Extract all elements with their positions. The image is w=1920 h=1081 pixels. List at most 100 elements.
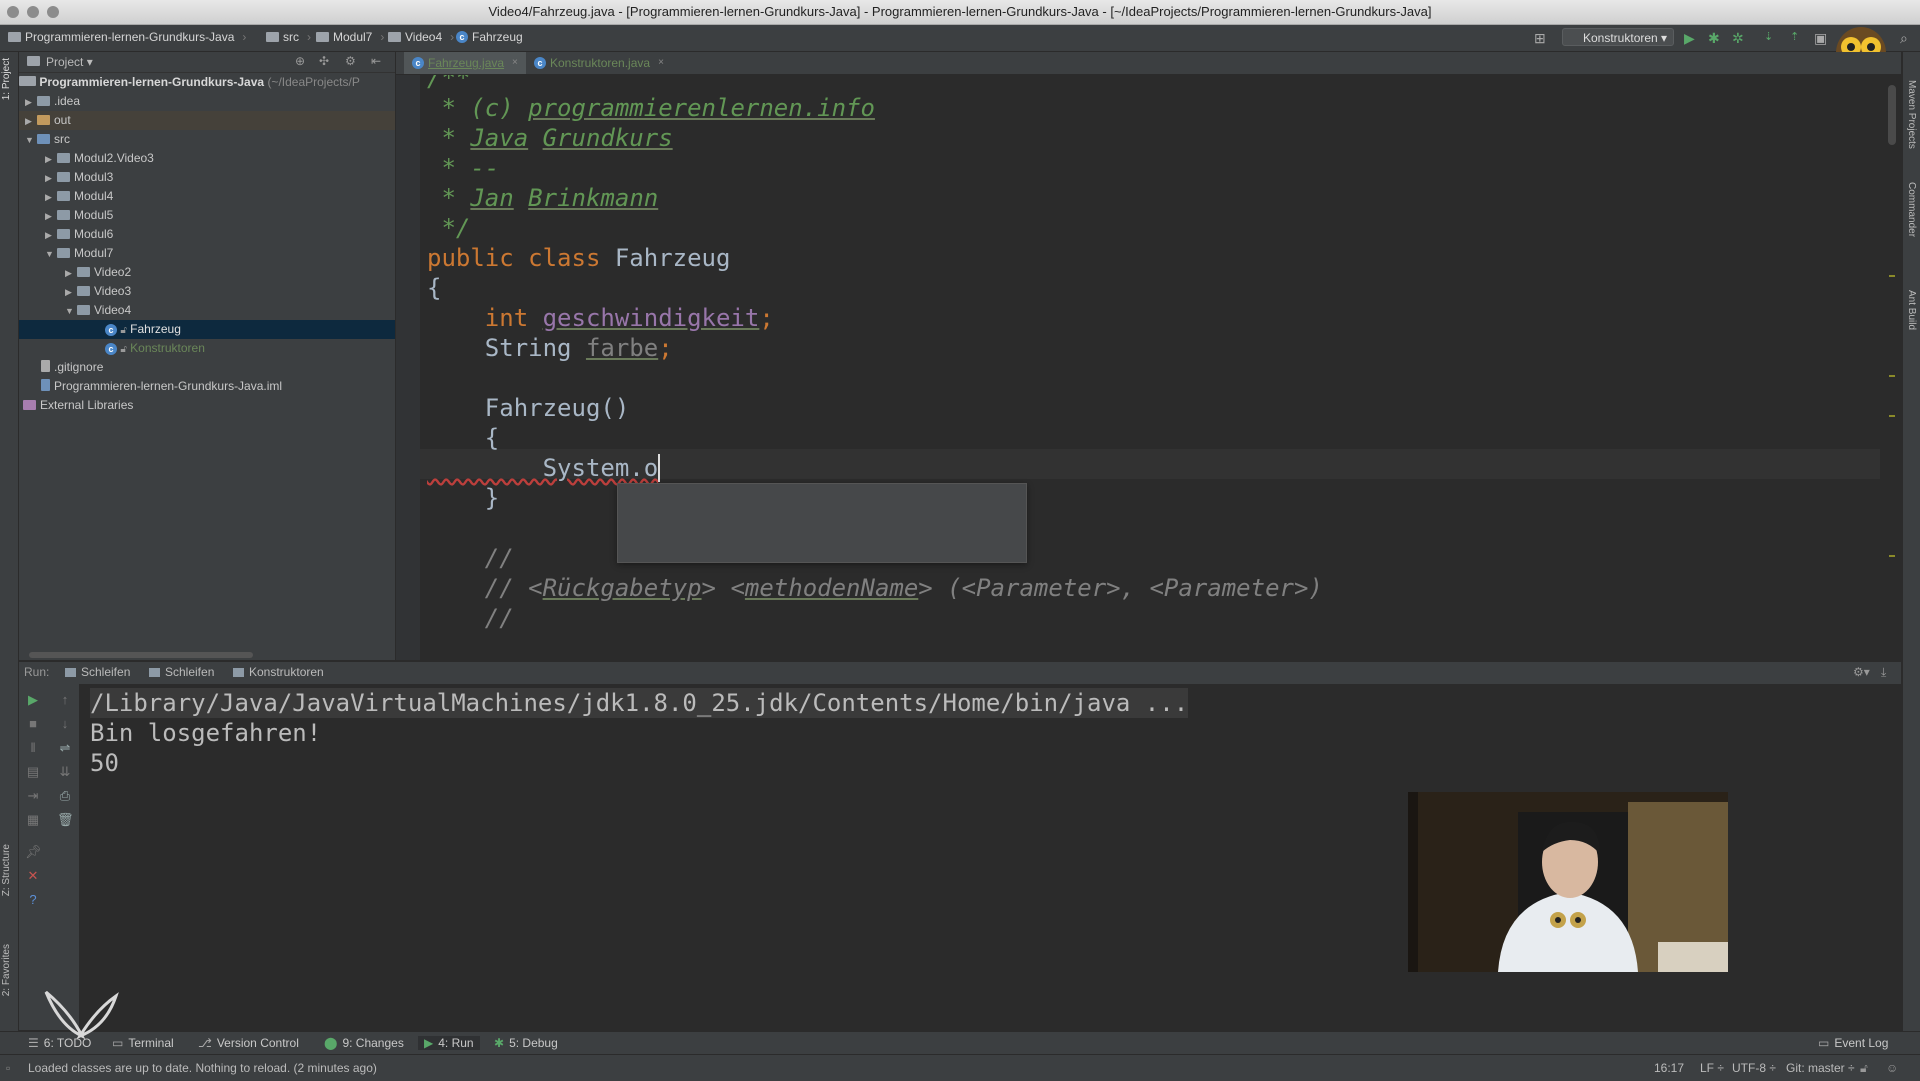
breadcrumb-modul7[interactable]: Modul7 › <box>316 30 384 44</box>
tree-item-modul4[interactable]: ▶ Modul4 <box>19 187 395 206</box>
tool-tab-terminal[interactable]: ▭ Terminal <box>112 1036 174 1050</box>
trash-icon[interactable]: 🗑︎ <box>57 812 74 828</box>
tree-item-gitignore[interactable]: .gitignore <box>19 358 395 377</box>
tree-item-video2[interactable]: ▶ Video2 <box>19 263 395 282</box>
caret-position[interactable]: 16:17 <box>1654 1061 1684 1075</box>
title-bar: Video4/Fahrzeug.java - [Programmieren-le… <box>0 0 1920 25</box>
editor-gutter[interactable] <box>396 75 420 660</box>
debug-icon[interactable]: ✱ <box>1708 30 1720 47</box>
tree-item-modul6[interactable]: ▶ Modul6 <box>19 225 395 244</box>
tool-tab-debug[interactable]: ✱ 5: Debug <box>494 1036 558 1050</box>
code-line: // <box>427 604 514 632</box>
presenter-image <box>1408 792 1728 972</box>
sync-icon[interactable]: ⊕ <box>295 54 305 68</box>
commander-tab[interactable]: Commander <box>1906 182 1917 237</box>
git-branch-select[interactable]: Git: master ÷ <box>1786 1061 1855 1075</box>
console-line: 50 <box>90 749 119 777</box>
hide-panel-icon[interactable]: ⤓ <box>1881 665 1886 680</box>
vcs-commit-icon[interactable]: ⇡ <box>1790 30 1799 43</box>
class-icon: c <box>456 31 468 43</box>
tree-item-modul3[interactable]: ▶ Modul3 <box>19 168 395 187</box>
tree-item-external-libraries[interactable]: External Libraries <box>19 396 395 415</box>
layout-icon[interactable]: ▦ <box>25 812 41 828</box>
tree-item-video4[interactable]: ▼ Video4 <box>19 301 395 320</box>
run-toolbar: ▶ ■ ‖ ▤ ⇥ ▦ 📌︎ ✕ ? ↑ ↓ ⇌ ⇊ ⎙ 🗑︎ <box>19 684 80 1030</box>
tree-item-iml[interactable]: Programmieren-lernen-Grundkurs-Java.iml <box>19 377 395 396</box>
code-line: * Java Grundkurs <box>427 124 673 152</box>
soft-wrap-icon[interactable]: ⇌ <box>57 740 73 756</box>
gear-icon[interactable]: ⚙ <box>345 54 356 68</box>
run-configuration-select[interactable]: Konstruktoren ▾ <box>1562 28 1674 46</box>
stop-icon[interactable]: ■ <box>25 716 41 732</box>
code-line: // <Rückgabetyp> <methodenName> (<Parame… <box>427 574 1323 602</box>
search-icon[interactable]: ⌕ <box>1900 30 1908 47</box>
tree-item-src[interactable]: ▼ src <box>19 130 395 149</box>
breadcrumb-project[interactable]: Programmieren-lernen-Grundkurs-Java › <box>8 30 246 44</box>
lock-icon[interactable]: 🔓︎ <box>1860 1061 1868 1076</box>
tree-item-video3[interactable]: ▶ Video3 <box>19 282 395 301</box>
tree-item-fahrzeug[interactable]: c 🔓︎ Fahrzeug <box>19 320 395 339</box>
code-line: * Jan Brinkmann <box>427 184 659 212</box>
tree-item-modul2-video3[interactable]: ▶ Modul2.Video3 <box>19 149 395 168</box>
project-horizontal-scrollbar[interactable] <box>29 652 253 658</box>
pause-icon[interactable]: ‖ <box>25 740 41 756</box>
run-tab-schleifen-1[interactable]: Schleifen <box>65 665 130 679</box>
tab-fahrzeug-java[interactable]: c Fahrzeug.java × <box>404 52 526 74</box>
collapse-icon[interactable]: ✣ <box>319 54 329 68</box>
arrow-up-icon[interactable]: ↑ <box>57 692 73 708</box>
tree-item-root[interactable]: Programmieren-lernen-Grundkurs-Java (~/I… <box>19 73 395 92</box>
tree-item-konstruktoren[interactable]: c 🔓︎ Konstruktoren <box>19 339 395 358</box>
vcs-update-icon[interactable]: ⇣ <box>1764 30 1773 43</box>
breadcrumb-video4[interactable]: Video4 › <box>388 30 454 44</box>
gear-icon[interactable]: ⚙▾ <box>1853 665 1870 679</box>
dump-threads-icon[interactable]: ▤ <box>25 764 41 780</box>
breadcrumb-fahrzeug[interactable]: c Fahrzeug <box>456 30 523 44</box>
code-line: * -- <box>427 154 500 182</box>
structure-tool-tab[interactable]: Z: Structure <box>1 844 12 896</box>
encoding-select[interactable]: UTF-8 ÷ <box>1732 1061 1776 1075</box>
editor-vertical-scrollbar[interactable] <box>1885 75 1899 660</box>
tree-item-out[interactable]: ▶ out <box>19 111 395 130</box>
tab-konstruktoren-java[interactable]: c Konstruktoren.java × <box>526 52 672 74</box>
console-line: Bin losgefahren! <box>90 719 322 747</box>
project-structure-icon[interactable]: ⊞ <box>1534 30 1546 47</box>
close-icon[interactable]: ✕ <box>25 868 41 884</box>
project-tool-tab[interactable]: 1: Project <box>1 58 12 100</box>
help-icon[interactable]: ? <box>25 892 41 908</box>
exit-icon[interactable]: ⇥ <box>25 788 41 804</box>
class-icon: c <box>105 324 117 336</box>
close-icon[interactable]: × <box>658 52 664 74</box>
tool-tab-changes[interactable]: ⬤ 9: Changes <box>324 1036 404 1050</box>
code-completion-popup[interactable] <box>617 483 1027 563</box>
run-tab-konstruktoren[interactable]: Konstruktoren <box>233 665 324 679</box>
status-toggle-icon[interactable]: ▫ <box>6 1061 10 1075</box>
breadcrumb-src[interactable]: src › <box>266 30 311 44</box>
scroll-to-end-icon[interactable]: ⇊ <box>57 764 73 780</box>
tree-item-modul7[interactable]: ▼ Modul7 <box>19 244 395 263</box>
pin-icon[interactable]: 📌︎ <box>25 844 42 860</box>
tree-item-modul5[interactable]: ▶ Modul5 <box>19 206 395 225</box>
favorites-tool-tab[interactable]: 2: Favorites <box>1 944 12 996</box>
arrow-down-icon[interactable]: ↓ <box>57 716 73 732</box>
print-icon[interactable]: ⎙ <box>57 788 73 804</box>
code-line: public class Fahrzeug <box>427 244 731 272</box>
tool-tab-version-control[interactable]: ⎇ Version Control <box>198 1036 299 1050</box>
maven-projects-tab[interactable]: Maven Projects <box>1906 80 1917 149</box>
code-editor[interactable]: /** * (c) programmierenlernen.info * Jav… <box>396 75 1901 660</box>
run-tab-schleifen-2[interactable]: Schleifen <box>149 665 214 679</box>
hide-panel-icon[interactable]: ⇤ <box>371 54 381 68</box>
code-line: { <box>427 274 442 302</box>
tool-tab-run[interactable]: ▶ 4: Run <box>418 1036 480 1050</box>
project-view-select[interactable]: Project ▾ <box>27 55 93 69</box>
event-log-button[interactable]: ▭ Event Log <box>1818 1036 1888 1050</box>
tree-item-idea[interactable]: ▶ .idea <box>19 92 395 111</box>
rerun-icon[interactable]: ▶ <box>25 692 41 708</box>
line-separator-select[interactable]: LF ÷ <box>1700 1061 1724 1075</box>
close-icon[interactable]: × <box>512 52 518 74</box>
coverage-icon[interactable]: ✲ <box>1732 30 1744 47</box>
sdk-icon[interactable]: ▣ <box>1814 30 1827 47</box>
webcam-overlay <box>1408 792 1728 972</box>
run-icon[interactable]: ▶ <box>1684 30 1695 47</box>
ant-build-tab[interactable]: Ant Build <box>1906 290 1917 330</box>
inspector-icon[interactable]: ☺ <box>1886 1061 1898 1075</box>
